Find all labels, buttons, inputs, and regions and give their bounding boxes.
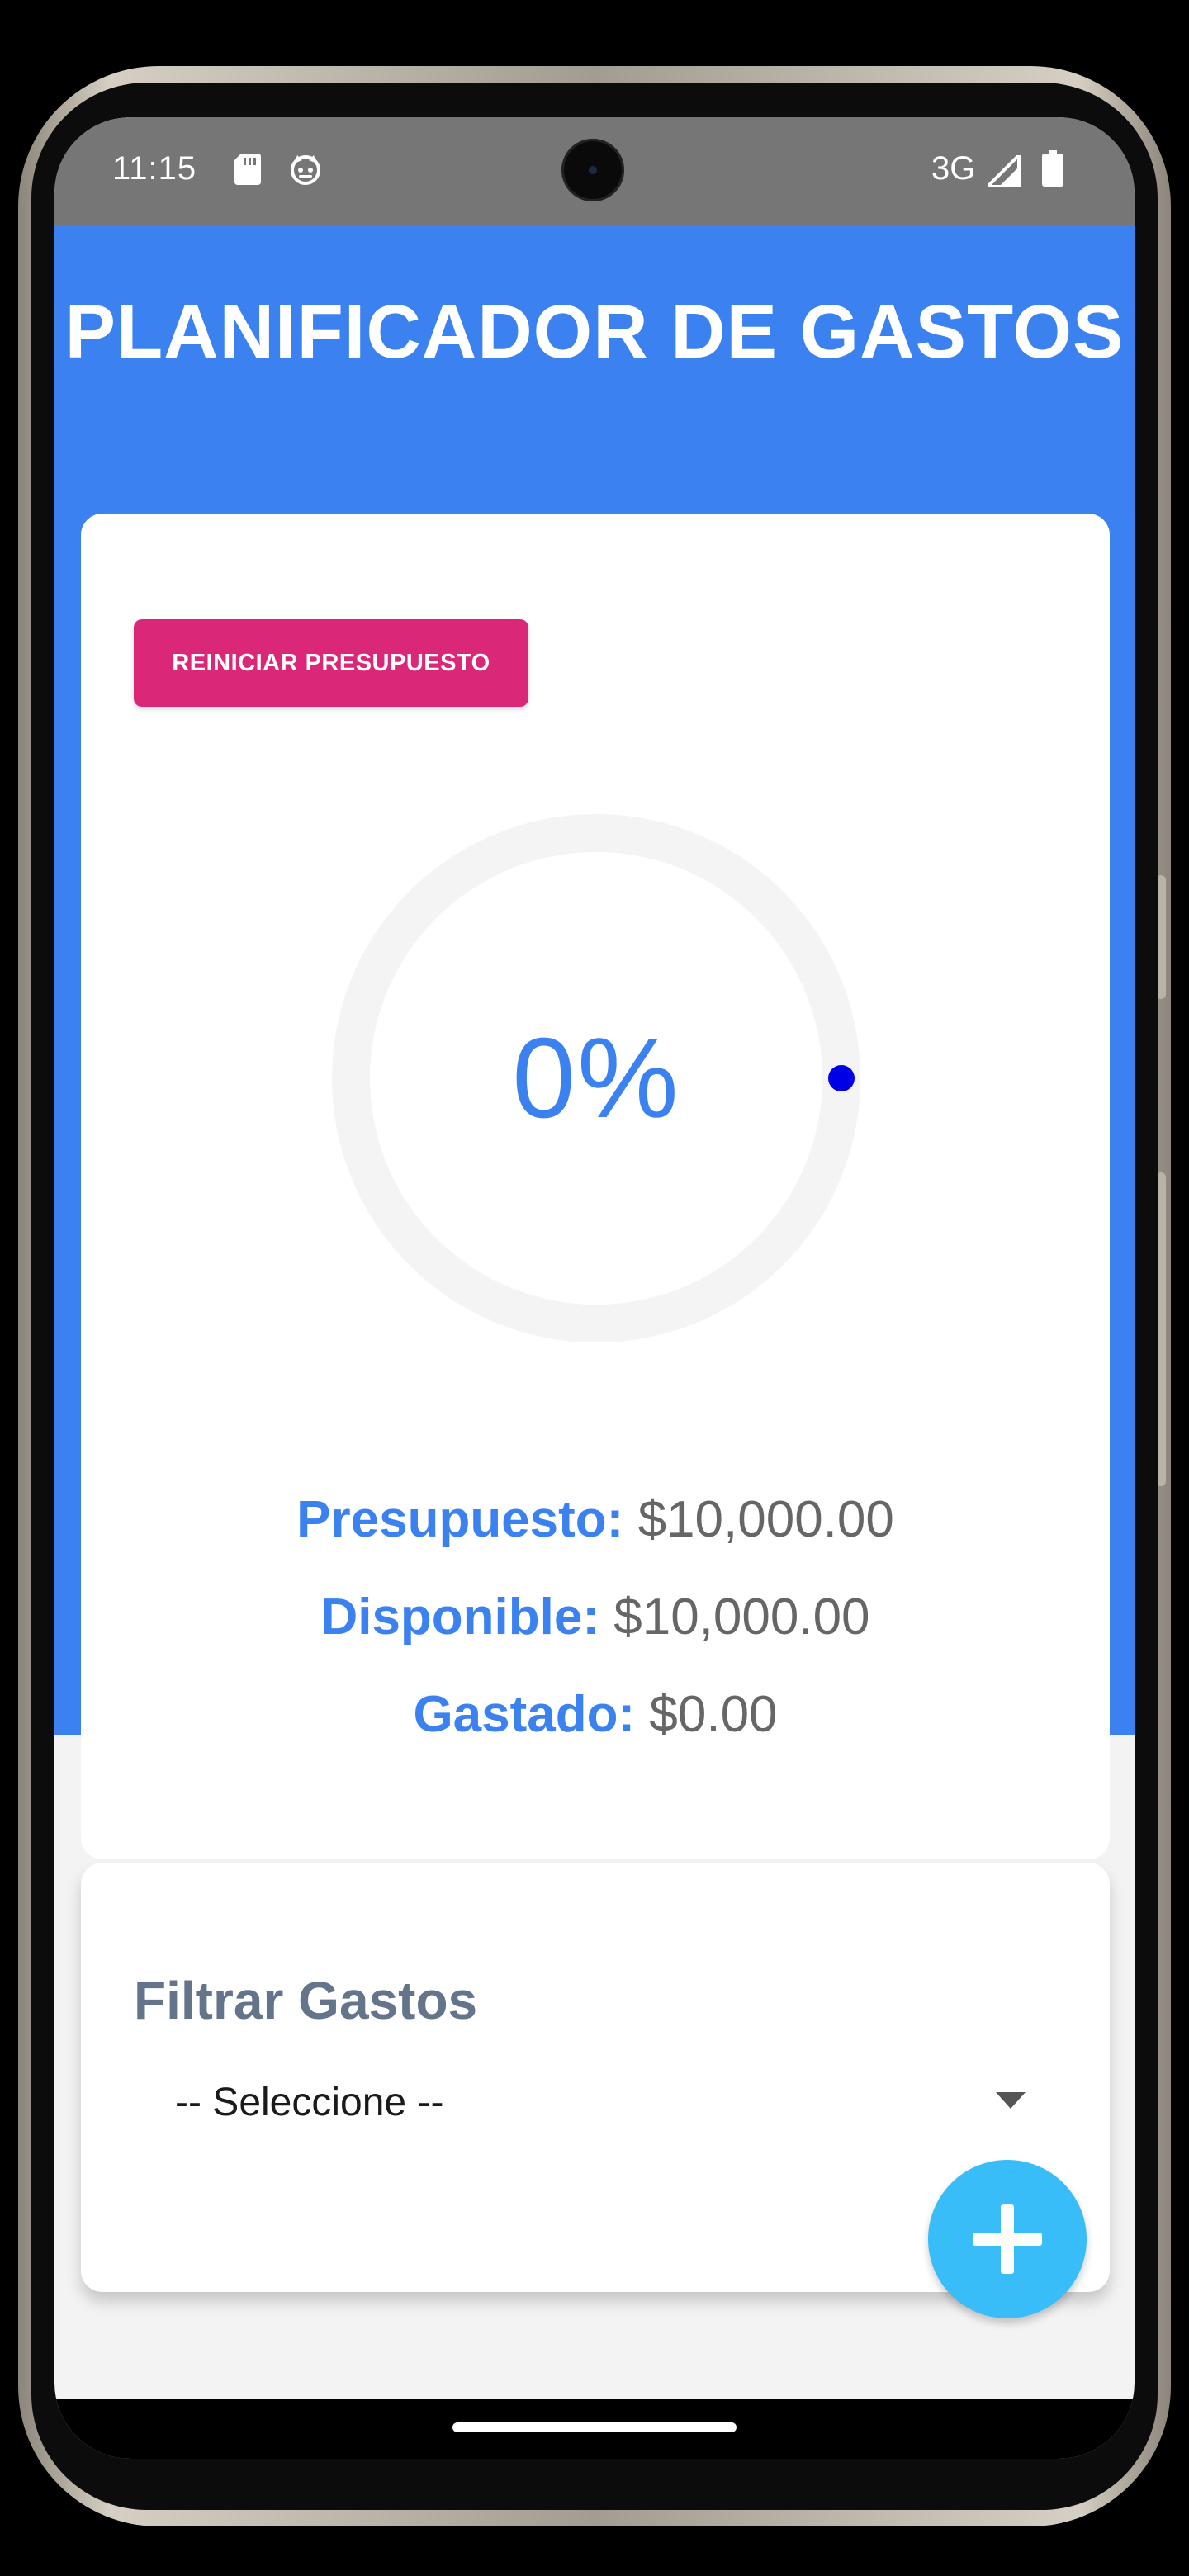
sd-card-icon bbox=[234, 154, 261, 185]
app-screen: 11:15 3G PLANIFICADOR DE GASTOS REINICIA… bbox=[54, 117, 1135, 2459]
stat-label: Gastado: bbox=[413, 1686, 636, 1743]
status-bar: 11:15 3G bbox=[54, 117, 1135, 225]
status-time: 11:15 bbox=[112, 150, 197, 187]
network-type: 3G bbox=[931, 150, 976, 187]
budget-progress-circle: 0% bbox=[332, 814, 860, 1342]
notification-face-icon bbox=[291, 155, 320, 185]
stat-label: Presupuesto: bbox=[296, 1491, 624, 1548]
budget-stats: Presupuesto: $10,000.00 Disponible: $10,… bbox=[81, 1471, 1110, 1764]
front-camera bbox=[561, 139, 624, 201]
home-indicator[interactable] bbox=[452, 2422, 737, 2432]
stat-label: Disponible: bbox=[320, 1589, 599, 1646]
plus-icon bbox=[973, 2204, 1042, 2274]
app-title: PLANIFICADOR DE GASTOS bbox=[64, 290, 1125, 374]
select-value: -- Seleccione -- bbox=[175, 2080, 444, 2124]
stat-presupuesto: Presupuesto: $10,000.00 bbox=[81, 1471, 1110, 1569]
progress-percentage: 0% bbox=[512, 1014, 680, 1142]
stat-value: $10,000.00 bbox=[613, 1589, 870, 1646]
stat-value: $0.00 bbox=[649, 1686, 778, 1743]
signal-icon bbox=[988, 155, 1021, 187]
reset-budget-button[interactable]: REINICIAR PRESUPUESTO bbox=[134, 619, 528, 707]
filter-title: Filtrar Gastos bbox=[134, 1971, 478, 2030]
category-filter-select[interactable]: -- Seleccione -- bbox=[134, 2061, 1059, 2143]
add-expense-button[interactable] bbox=[928, 2160, 1087, 2318]
stat-gastado: Gastado: $0.00 bbox=[81, 1666, 1110, 1764]
battery-icon bbox=[1042, 150, 1063, 187]
system-nav-bar bbox=[54, 2399, 1135, 2459]
stat-value: $10,000.00 bbox=[637, 1491, 894, 1548]
budget-card: REINICIAR PRESUPUESTO 0% Presupuesto: $1… bbox=[81, 514, 1110, 1859]
stat-disponible: Disponible: $10,000.00 bbox=[81, 1569, 1110, 1666]
chevron-down-icon bbox=[996, 2092, 1026, 2109]
